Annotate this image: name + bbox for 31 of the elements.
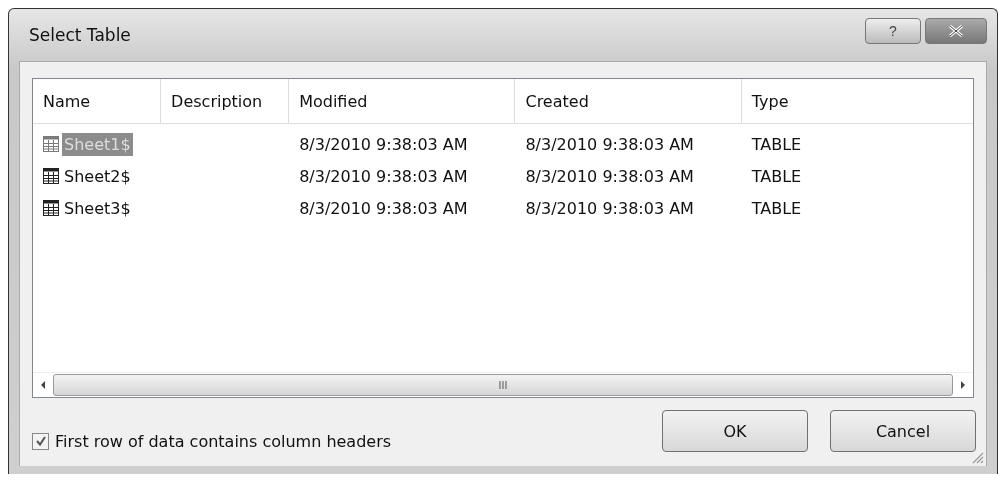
table-cell: 8/3/2010 9:38:03 AM [525,198,694,218]
close-icon [947,25,965,37]
scrollbar-thumb[interactable]: III [53,374,953,396]
scroll-left-icon[interactable] [39,380,47,390]
window-title: Select Table [29,25,131,45]
table-cell: 8/3/2010 9:38:03 AM [299,134,468,154]
column-header[interactable]: Created [515,79,742,123]
table-icon [43,136,59,152]
table-cell: TABLE [751,166,802,186]
table-icon [43,168,59,184]
scroll-right-icon[interactable] [959,380,967,390]
table-cell: TABLE [751,198,802,218]
column-header[interactable]: Type [741,79,973,123]
resize-grip-icon[interactable] [970,450,984,464]
table-cell: 8/3/2010 9:38:03 AM [299,166,468,186]
table-name[interactable]: Sheet2$ [62,164,133,188]
column-header[interactable]: Description [161,79,290,123]
ok-button[interactable]: OK [662,410,808,452]
column-header[interactable]: Modified [289,79,516,123]
table-name[interactable]: Sheet3$ [62,196,133,220]
help-button[interactable]: ? [865,18,921,44]
cancel-button[interactable]: Cancel [830,410,976,452]
table-cell: TABLE [751,134,802,154]
close-button[interactable] [925,18,987,44]
column-header[interactable]: Name [33,79,162,123]
checkbox-label[interactable]: First row of data contains column headers [55,431,392,451]
checkbox[interactable] [32,432,49,450]
table-cell: 8/3/2010 9:38:03 AM [299,198,468,218]
table-cell: 8/3/2010 9:38:03 AM [525,134,694,154]
table-cell: 8/3/2010 9:38:03 AM [525,166,694,186]
table-icon [43,200,59,216]
